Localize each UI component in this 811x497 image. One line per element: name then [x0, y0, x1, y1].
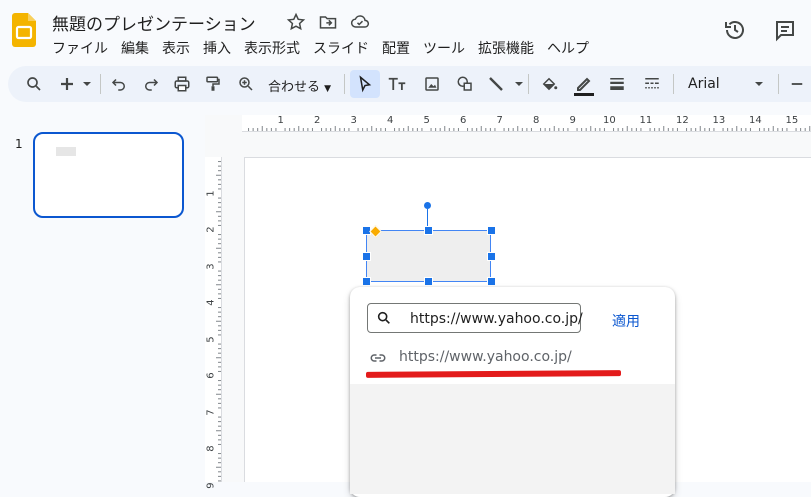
ruler-number: 2: [205, 226, 217, 233]
link-suggestion[interactable]: https://www.yahoo.co.jp/: [399, 349, 572, 365]
ruler-number: 6: [205, 372, 217, 379]
font-size-decrease-icon[interactable]: [788, 74, 806, 94]
paint-format-icon[interactable]: [204, 74, 222, 94]
selected-rectangle[interactable]: [366, 230, 491, 282]
print-icon[interactable]: [173, 74, 191, 94]
popup-lower-area: [350, 384, 675, 494]
zoom-select[interactable]: 合わせる ▼: [268, 76, 331, 95]
ruler-number: 15: [785, 115, 799, 126]
ruler-number: 5: [423, 115, 430, 126]
ruler-number: 9: [205, 481, 217, 489]
slide-number: 1: [15, 137, 23, 151]
ruler-number: 4: [387, 115, 394, 126]
search-icon[interactable]: [24, 74, 44, 94]
ruler-number: 6: [460, 115, 467, 126]
border-color-icon[interactable]: [572, 72, 596, 96]
ruler-number: 9: [569, 115, 576, 126]
slides-logo-icon[interactable]: [12, 13, 36, 47]
search-icon: [376, 310, 392, 330]
undo-icon[interactable]: [110, 74, 128, 94]
rotation-handle[interactable]: [424, 202, 431, 209]
resize-handle-e[interactable]: [487, 252, 496, 261]
menu-bar: ファイル 編集 表示 挿入 表示形式 スライド 配置 ツール 拡張機能 ヘルプ: [52, 38, 602, 58]
shape-icon[interactable]: [455, 74, 475, 94]
resize-handle-sw[interactable]: [362, 277, 371, 286]
menu-tools[interactable]: ツール: [423, 38, 465, 58]
comments-icon[interactable]: [773, 18, 797, 42]
ruler-number: 7: [496, 115, 503, 126]
ruler-number: 4: [205, 299, 217, 306]
menu-arrange[interactable]: 配置: [382, 38, 410, 58]
line-icon[interactable]: [487, 74, 523, 94]
ruler-number: 3: [350, 115, 357, 126]
resize-handle-w[interactable]: [362, 252, 371, 261]
move-folder-icon[interactable]: [318, 12, 338, 32]
menu-format[interactable]: 表示形式: [244, 38, 300, 58]
link-icon: [369, 350, 387, 369]
add-icon[interactable]: [58, 74, 92, 94]
menu-file[interactable]: ファイル: [52, 38, 108, 58]
ruler-number: 1: [277, 115, 284, 126]
resize-handle-se[interactable]: [487, 277, 496, 286]
menu-slide[interactable]: スライド: [313, 38, 369, 58]
ruler-number: 11: [639, 115, 653, 126]
menu-help[interactable]: ヘルプ: [547, 38, 589, 58]
menu-edit[interactable]: 編集: [121, 38, 149, 58]
ruler-number: 10: [603, 115, 616, 126]
resize-handle-n[interactable]: [424, 226, 433, 235]
ruler-number: 3: [205, 262, 217, 270]
image-icon[interactable]: [423, 74, 441, 94]
slide-thumbnail[interactable]: [33, 132, 184, 218]
ruler-number: 8: [533, 115, 540, 126]
ruler-number: 14: [749, 115, 762, 126]
menu-insert[interactable]: 挿入: [203, 38, 231, 58]
star-icon[interactable]: [286, 12, 306, 32]
resize-handle-ne[interactable]: [487, 226, 496, 235]
ruler-number: 12: [676, 115, 689, 126]
apply-button[interactable]: 適用: [612, 311, 640, 331]
fill-color-icon[interactable]: [539, 74, 559, 94]
menu-extensions[interactable]: 拡張機能: [478, 38, 534, 58]
text-box-icon[interactable]: [387, 74, 407, 94]
select-icon[interactable]: [356, 74, 374, 94]
zoom-icon[interactable]: [237, 74, 255, 94]
ruler-horizontal[interactable]: 1 2 3 4 5 6 7 8 9 10 11 12 13 14 15: [242, 115, 811, 132]
border-weight-icon[interactable]: [607, 74, 627, 94]
ruler-number: 13: [712, 115, 726, 126]
ruler-vertical[interactable]: 1 2 3 4 5 6 7 8 9: [205, 157, 222, 488]
font-select[interactable]: Arial: [688, 76, 720, 92]
ruler-number: 2: [314, 115, 321, 126]
document-title[interactable]: 無題のプレゼンテーション: [52, 10, 256, 35]
resize-handle-s[interactable]: [424, 277, 433, 286]
redo-icon[interactable]: [142, 74, 160, 94]
ruler-number: 1: [205, 189, 217, 197]
font-dropdown-icon[interactable]: [752, 74, 766, 94]
link-input-value[interactable]: https://www.yahoo.co.jp/: [410, 311, 583, 327]
menu-view[interactable]: 表示: [162, 38, 190, 58]
border-dash-icon[interactable]: [642, 74, 662, 94]
thumbnail-shape: [56, 147, 76, 156]
ruler-number: 7: [205, 408, 217, 416]
ruler-number: 5: [205, 335, 217, 343]
history-icon[interactable]: [723, 18, 747, 42]
cloud-saved-icon[interactable]: [350, 12, 370, 32]
ruler-number: 8: [205, 445, 217, 452]
